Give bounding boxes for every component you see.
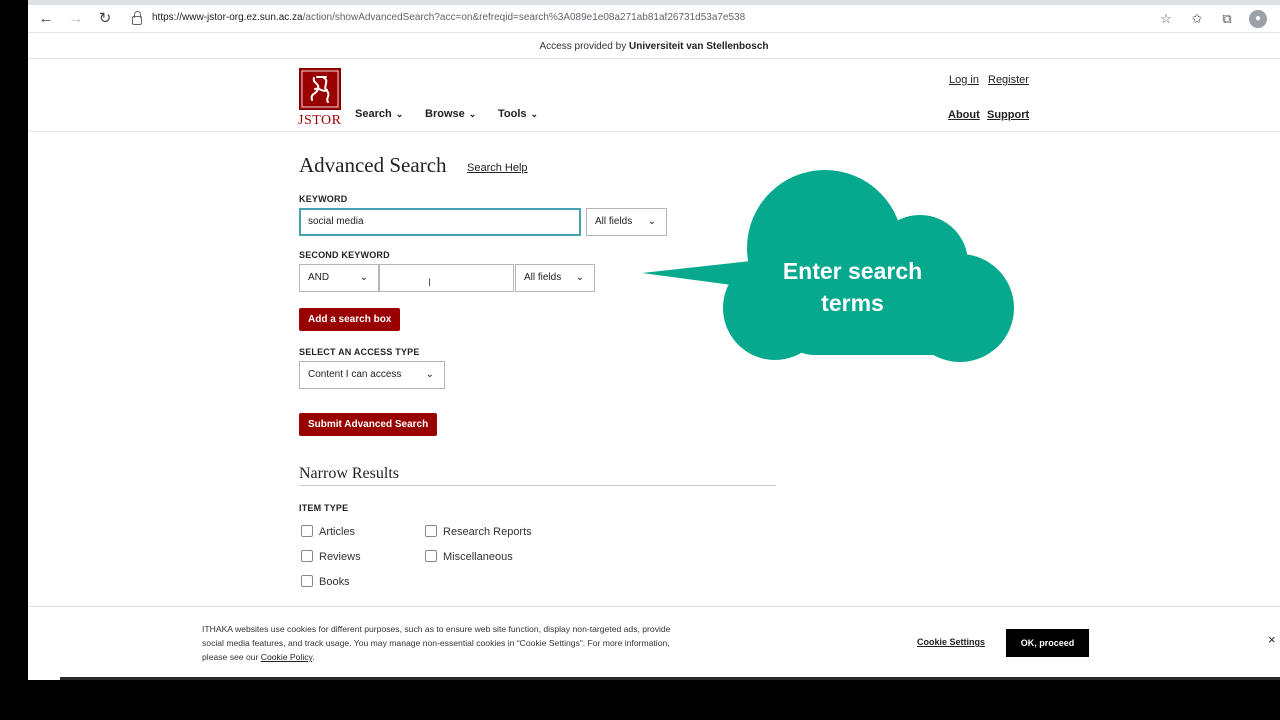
second-keyword-field-select[interactable]: All fields ⌄	[515, 264, 595, 292]
cookie-message: ITHAKA websites use cookies for differen…	[202, 622, 732, 664]
institution-access-bar: Access provided by Universiteit van Stel…	[28, 34, 1280, 59]
profile-icon[interactable]: ●	[1249, 10, 1267, 28]
cookie-settings-link[interactable]: Cookie Settings	[917, 637, 985, 647]
checkbox[interactable]	[425, 525, 437, 537]
item-type-miscellaneous[interactable]: Miscellaneous	[425, 550, 513, 563]
checkbox[interactable]	[301, 550, 313, 562]
checkbox[interactable]	[301, 525, 313, 537]
institution-name: Universiteit van Stellenbosch	[629, 41, 769, 52]
submit-advanced-search-button[interactable]: Submit Advanced Search	[299, 413, 438, 436]
chevron-down-icon: ⌄	[395, 109, 404, 119]
access-type-value: Content I can access	[308, 369, 402, 380]
address-bar[interactable]: https://www-jstor-org.ez.sun.ac.za/actio…	[126, 8, 1186, 30]
about-link[interactable]: About	[948, 109, 980, 121]
lock-icon	[132, 11, 142, 25]
checkbox[interactable]	[301, 575, 313, 587]
item-type-books[interactable]: Books	[301, 575, 350, 588]
url-text: https://www-jstor-org.ez.sun.ac.za/actio…	[152, 12, 745, 23]
callout-line-1: Enter search	[782, 258, 923, 284]
item-type-research-reports[interactable]: Research Reports	[425, 525, 532, 538]
text-cursor-icon: I	[428, 277, 432, 289]
chevron-down-icon: ⌄	[468, 109, 477, 119]
nav-browse[interactable]: Browse ⌄	[425, 108, 476, 120]
cookie-policy-link[interactable]: Cookie Policy	[261, 652, 312, 662]
keyword-label: KEYWORD	[299, 194, 348, 204]
support-link[interactable]: Support	[987, 109, 1029, 121]
back-arrow-icon[interactable]: ←	[36, 9, 56, 29]
nav-search[interactable]: Search ⌄	[355, 108, 403, 120]
bottom-scroll-strip	[60, 677, 1280, 680]
checkbox-label: Reviews	[319, 551, 361, 563]
checkbox-label: Books	[319, 576, 350, 588]
operator-value: AND	[308, 272, 330, 283]
checkbox-label: Research Reports	[443, 526, 532, 538]
url-path: /action/showAdvancedSearch?acc=on&refreq…	[302, 12, 746, 23]
chevron-down-icon: ⌄	[359, 272, 368, 283]
access-type-select[interactable]: Content I can access ⌄	[299, 361, 445, 389]
nav-tools[interactable]: Tools ⌄	[498, 108, 538, 120]
item-type-reviews[interactable]: Reviews	[301, 550, 361, 563]
nav-tools-label: Tools	[498, 108, 527, 120]
second-keyword-field-value: All fields	[524, 272, 562, 283]
nav-browse-label: Browse	[425, 108, 465, 120]
narrow-results-heading: Narrow Results	[299, 465, 399, 482]
close-icon[interactable]: ×	[1268, 632, 1276, 647]
forward-arrow-icon[interactable]: →	[66, 9, 86, 29]
access-type-label: SELECT AN ACCESS TYPE	[299, 347, 420, 357]
cookie-text-line-2: social media features, and track usage. …	[202, 638, 670, 648]
access-prefix: Access provided by	[539, 41, 627, 52]
keyword-field-value: All fields	[595, 216, 633, 227]
checkbox-label: Articles	[319, 526, 356, 538]
callout-line-2: terms	[821, 290, 884, 316]
chevron-down-icon: ⌄	[575, 272, 584, 283]
add-favorite-icon[interactable]: ☆	[1157, 10, 1175, 28]
checkbox-label: Miscellaneous	[443, 551, 513, 563]
chevron-down-icon: ⌄	[530, 109, 539, 119]
url-host: https://www-jstor-org.ez.sun.ac.za	[152, 12, 303, 23]
page-title: Advanced Search	[299, 153, 447, 177]
chevron-down-icon: ⌄	[425, 369, 434, 380]
cookie-banner: ITHAKA websites use cookies for differen…	[28, 606, 1280, 680]
reload-icon[interactable]: ↻	[95, 9, 115, 29]
second-keyword-label: SECOND KEYWORD	[299, 250, 390, 260]
narrow-results-divider	[299, 485, 776, 486]
search-help-link[interactable]: Search Help	[467, 162, 528, 174]
operator-select[interactable]: AND ⌄	[299, 264, 379, 292]
nav-search-label: Search	[355, 108, 392, 120]
item-type-articles[interactable]: Articles	[301, 525, 355, 538]
checkbox[interactable]	[425, 550, 437, 562]
cookie-text-line-1: ITHAKA websites use cookies for differen…	[202, 624, 671, 634]
callout-text: Enter search terms	[730, 255, 975, 319]
jstor-wordmark[interactable]: JSTOR	[298, 113, 341, 129]
add-search-box-button[interactable]: Add a search box	[299, 308, 401, 331]
ok-proceed-button[interactable]: OK, proceed	[1006, 629, 1089, 657]
second-keyword-input[interactable]: I	[379, 264, 514, 292]
site-header: JSTOR Search ⌄ Browse ⌄ Tools ⌄ Log in Regi…	[28, 60, 1280, 132]
jstor-logo-icon[interactable]	[299, 68, 341, 110]
browser-toolbar: ← → ↻ https://www-jstor-org.ez.sun.ac.za…	[28, 5, 1280, 33]
login-link[interactable]: Log in	[949, 74, 979, 86]
collections-icon[interactable]: ⧉	[1218, 10, 1236, 28]
register-link[interactable]: Register	[988, 74, 1029, 86]
favorites-icon[interactable]: ✩	[1188, 10, 1206, 28]
item-type-label: ITEM TYPE	[299, 503, 349, 513]
cookie-text-line-3: please see our	[202, 652, 259, 662]
keyword-input[interactable]: social media	[299, 208, 581, 236]
